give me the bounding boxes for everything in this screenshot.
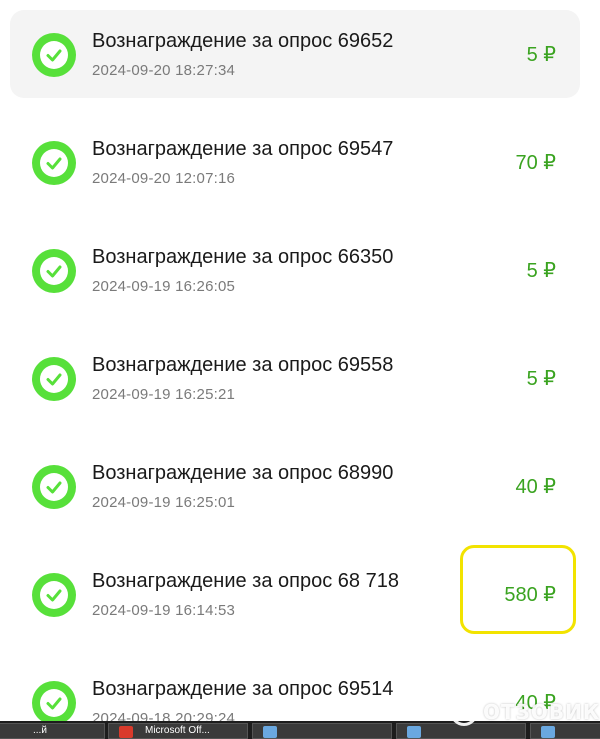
transaction-row[interactable]: Вознаграждение за опрос 69547 2024-09-20… bbox=[10, 118, 580, 206]
transaction-date: 2024-09-19 16:25:01 bbox=[92, 494, 236, 511]
transaction-amount: 5 ₽ bbox=[526, 44, 556, 66]
office-icon bbox=[119, 726, 133, 738]
transaction-date: 2024-09-20 12:07:16 bbox=[92, 170, 236, 187]
check-circle-icon bbox=[32, 141, 76, 185]
transaction-title: Вознаграждение за опрос 69558 bbox=[92, 354, 394, 376]
transaction-row[interactable]: Вознаграждение за опрос 69652 2024-09-20… bbox=[10, 10, 580, 98]
check-circle-icon bbox=[32, 33, 76, 77]
check-circle-icon bbox=[32, 249, 76, 293]
check-circle-icon bbox=[32, 681, 76, 725]
transaction-date: 2024-09-20 18:27:34 bbox=[92, 62, 236, 79]
transaction-amount: 5 ₽ bbox=[526, 368, 556, 390]
watermark-circle-icon bbox=[450, 698, 478, 726]
highlight-annotation bbox=[460, 545, 576, 634]
transaction-date: 2024-09-19 16:25:21 bbox=[92, 386, 236, 403]
check-circle-icon bbox=[32, 465, 76, 509]
app-icon bbox=[407, 726, 421, 738]
transaction-title: Вознаграждение за опрос 68990 bbox=[92, 462, 394, 484]
watermark-text: ОТЗОВИК bbox=[483, 700, 600, 724]
check-circle-icon bbox=[32, 357, 76, 401]
transaction-title: Вознаграждение за опрос 66350 bbox=[92, 246, 394, 268]
app-icon bbox=[263, 726, 277, 738]
taskbar-button[interactable]: ...й bbox=[0, 723, 105, 739]
transaction-title: Вознаграждение за опрос 69514 bbox=[92, 678, 394, 700]
transaction-title: Вознаграждение за опрос 69547 bbox=[92, 138, 394, 160]
transaction-row[interactable]: Вознаграждение за опрос 69558 2024-09-19… bbox=[10, 334, 580, 422]
check-circle-icon bbox=[32, 573, 76, 617]
taskbar-button[interactable] bbox=[252, 723, 392, 739]
taskbar-button-label: ...й bbox=[33, 725, 47, 736]
transaction-date: 2024-09-19 16:14:53 bbox=[92, 602, 236, 619]
taskbar-button-label: Microsoft Off... bbox=[145, 725, 210, 736]
transaction-date: 2024-09-19 16:26:05 bbox=[92, 278, 236, 295]
transaction-amount: 70 ₽ bbox=[515, 152, 556, 174]
transaction-row[interactable]: Вознаграждение за опрос 68990 2024-09-19… bbox=[10, 442, 580, 530]
transaction-title: Вознаграждение за опрос 69652 bbox=[92, 30, 394, 52]
transaction-amount: 5 ₽ bbox=[526, 260, 556, 282]
watermark-logo: ОТЗОВИК bbox=[450, 698, 600, 728]
taskbar-button[interactable]: Microsoft Off... bbox=[108, 723, 248, 739]
transaction-row[interactable]: Вознаграждение за опрос 66350 2024-09-19… bbox=[10, 226, 580, 314]
transaction-amount: 40 ₽ bbox=[515, 476, 556, 498]
transaction-title: Вознаграждение за опрос 68 718 bbox=[92, 570, 399, 592]
